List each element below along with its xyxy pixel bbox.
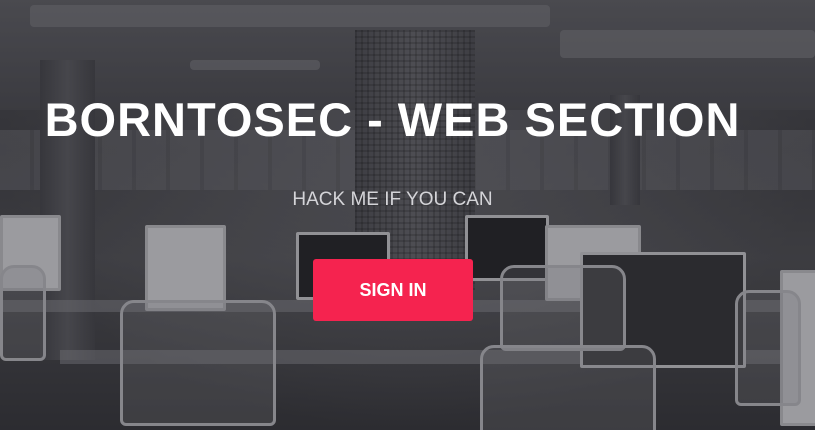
sign-in-button[interactable]: SIGN IN (313, 259, 473, 321)
page-title: BORNTOSEC - WEB SECTION (44, 93, 741, 146)
hero-section: BORNTOSEC - WEB SECTION HACK ME IF YOU C… (0, 0, 815, 430)
page-subtitle: HACK ME IF YOU CAN (292, 189, 493, 210)
dark-overlay (0, 0, 815, 430)
